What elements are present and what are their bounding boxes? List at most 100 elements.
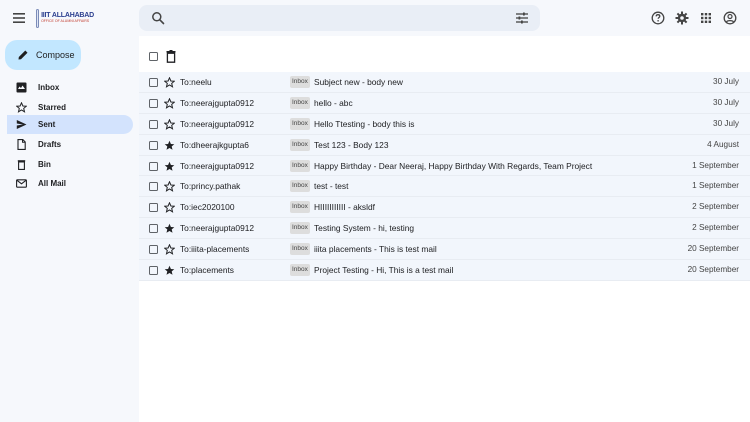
mail-date: 2 September [692,202,739,212]
apps-grid-icon[interactable] [699,11,713,25]
sidebar-item-drafts[interactable]: Drafts [7,135,133,154]
row-checkbox[interactable] [149,119,158,129]
mail-row[interactable]: To:dheerajkgupta6 Inbox Test 123 - Body … [139,134,750,156]
mail-row[interactable]: To:neerajgupta0912 Inbox Testing System … [139,218,750,240]
mail-subject: iiita placements - This is test mail [314,244,437,255]
mail-toolbar [139,36,750,72]
sidebar-item-label: Inbox [38,83,60,92]
star-filled-icon[interactable] [164,161,175,172]
mail-date: 20 September [687,265,739,275]
inbox-icon [16,82,27,93]
label-badge: Inbox [290,159,310,172]
sidebar-item-label: All Mail [38,179,67,188]
sidebar-item-all-mail[interactable]: All Mail [7,174,133,193]
star-filled-icon[interactable] [164,140,175,151]
bin-icon [16,159,27,170]
top-bar: IIIT ALLAHABAD OFFICE OF ALUMNI AFFAIRS [0,0,750,36]
mail-row[interactable]: To:neerajgupta0912 Inbox Hello Ttesting … [139,113,750,135]
label-badge: Inbox [290,201,310,214]
row-checkbox[interactable] [149,78,158,87]
star-outline-icon[interactable] [164,181,175,193]
mail-row[interactable]: To:placements Inbox Project Testing - Hi… [139,260,750,281]
mail-subject: Subject new - body new [314,77,403,87]
mail-recipient: To:neerajgupta0912 [180,97,255,108]
star-outline-icon[interactable] [164,202,175,214]
mail-row[interactable]: To:neelu Inbox Subject new - body new 30… [139,72,750,93]
menu-icon[interactable] [10,9,30,27]
mail-subject: Hello Ttesting - body this is [314,118,415,129]
star-outline-icon[interactable] [164,97,175,109]
row-checkbox[interactable] [149,203,158,213]
mail-subject: Testing System - hi, testing [314,223,415,234]
row-checkbox[interactable] [149,161,158,171]
star-outline-icon[interactable] [164,118,175,130]
sidebar-item-bin[interactable]: Bin [7,155,133,174]
row-checkbox[interactable] [149,224,158,234]
mail-recipient: To:neelu [180,77,212,87]
sidebar-item-label: Starred [38,102,67,112]
mail-recipient: To:neerajgupta0912 [180,160,255,171]
mail-recipient: To:neerajgupta0912 [180,118,255,129]
search-bar[interactable] [139,5,540,31]
label-badge: Inbox [290,76,310,88]
mail-recipient: To:neerajgupta0912 [180,223,255,234]
row-checkbox[interactable] [149,266,158,276]
mail-date: 30 July [713,97,739,107]
pencil-icon [17,49,29,61]
label-badge: Inbox [290,264,310,277]
label-badge: Inbox [290,222,310,235]
label-badge: Inbox [290,96,310,109]
row-checkbox[interactable] [149,182,158,192]
mail-row[interactable]: To:neerajgupta0912 Inbox Happy Birthday … [139,155,750,177]
select-all-checkbox[interactable] [149,52,158,61]
compose-button[interactable]: Compose [5,40,81,70]
sidebar-item-sent[interactable]: Sent [7,115,133,134]
mail-row[interactable]: To:princy.pathak Inbox test - test 1 Sep… [139,176,750,198]
search-icon[interactable] [151,11,165,25]
sidebar-item-inbox[interactable]: Inbox [7,78,133,97]
gear-icon[interactable] [675,11,689,25]
sidebar-item-label: Sent [38,120,56,129]
mail-date: 20 September [687,244,739,254]
mail-recipient: To:princy.pathak [180,181,241,192]
mail-row[interactable]: To:iiita-placements Inbox iiita placemen… [139,239,750,261]
compose-label: Compose [36,50,75,60]
star-outline-icon[interactable] [164,77,175,88]
row-checkbox[interactable] [149,245,158,255]
mail-subject: hello - abc [314,97,353,108]
filter-options-icon[interactable] [515,11,529,25]
logo[interactable]: IIIT ALLAHABAD OFFICE OF ALUMNI AFFAIRS [36,8,94,28]
mail-date: 1 September [692,160,739,170]
logo-subtitle: OFFICE OF ALUMNI AFFAIRS [41,19,90,24]
mail-subject: Test 123 - Body 123 [314,139,389,150]
search-input[interactable] [175,8,505,28]
mail-subject: Project Testing - Hi, This is a test mai… [314,265,454,276]
help-icon[interactable] [651,11,665,25]
mail-row[interactable]: To:iec2020100 Inbox HIIIIIIIIIII - aksld… [139,197,750,219]
mail-recipient: To:dheerajkgupta6 [180,139,249,150]
logo-text: IIIT ALLAHABAD OFFICE OF ALUMNI AFFAIRS [41,12,94,24]
label-badge: Inbox [290,117,310,130]
mail-recipient: To:placements [180,265,234,276]
mail-date: 2 September [692,223,739,233]
star-filled-icon[interactable] [164,265,175,276]
mail-date: 4 August [707,139,739,149]
star-outline-icon[interactable] [164,244,175,255]
mail-subject: HIIIIIIIIIII - aksldf [314,202,375,213]
star-outline-icon [16,101,27,113]
delete-icon[interactable] [165,50,177,63]
send-icon [16,119,27,130]
account-avatar-icon[interactable] [723,11,737,25]
star-filled-icon[interactable] [164,223,175,234]
mail-subject: Happy Birthday - Dear Neeraj, Happy Birt… [314,160,593,171]
mail-row[interactable]: To:neerajgupta0912 Inbox hello - abc 30 … [139,92,750,114]
logo-seal-icon [36,8,40,28]
mail-subject: test - test [314,181,349,192]
sidebar-item-label: Drafts [38,140,62,149]
row-checkbox[interactable] [149,140,158,150]
mail-date: 30 July [713,118,739,128]
sidebar-item-starred[interactable]: Starred [7,98,133,117]
row-checkbox[interactable] [149,98,158,108]
mail-recipient: To:iec2020100 [180,202,235,213]
logo-title: IIIT ALLAHABAD [41,12,94,20]
